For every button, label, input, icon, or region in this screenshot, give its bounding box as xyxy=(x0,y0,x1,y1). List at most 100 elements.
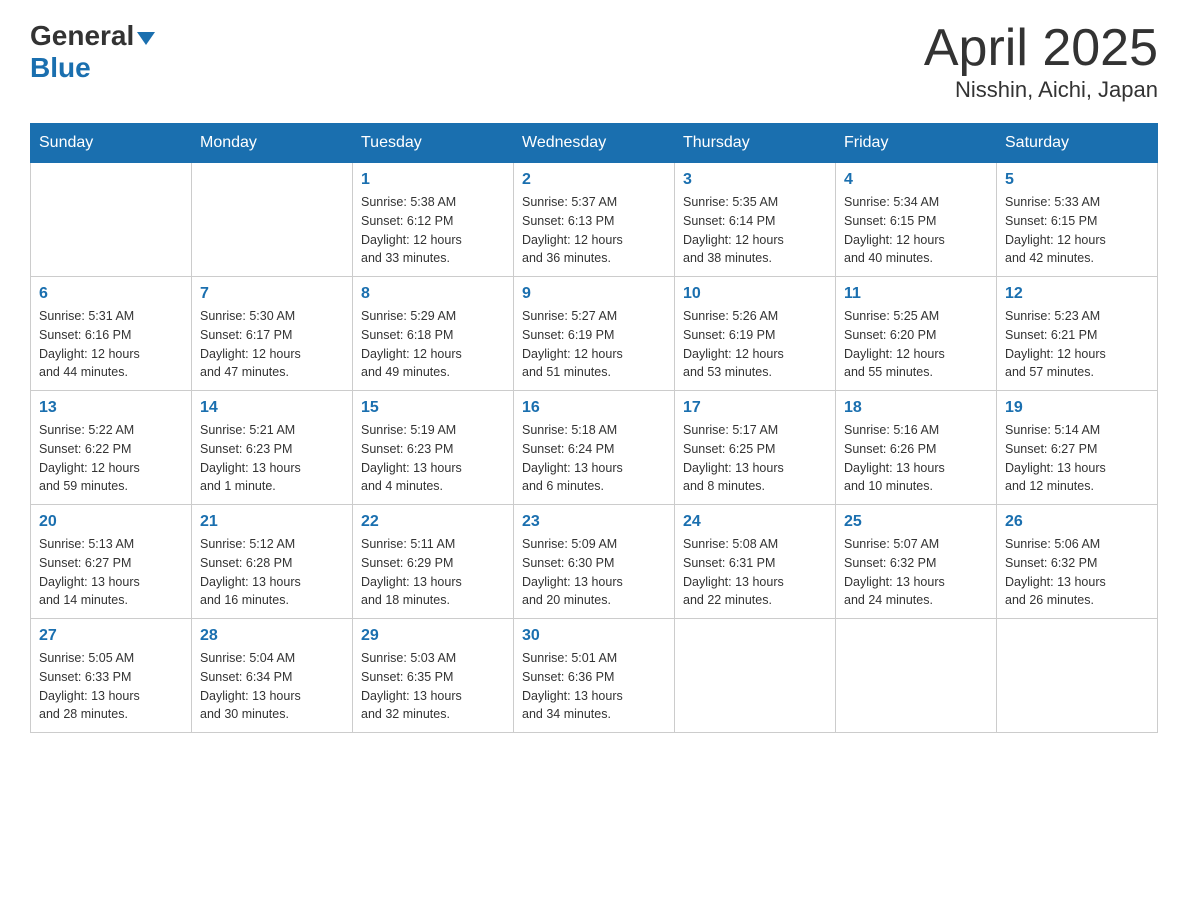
calendar-day-header: Sunday xyxy=(31,124,192,163)
calendar-cell xyxy=(836,619,997,733)
day-number: 13 xyxy=(39,399,183,417)
day-info: Sunrise: 5:08 AM Sunset: 6:31 PM Dayligh… xyxy=(683,535,827,610)
day-info: Sunrise: 5:09 AM Sunset: 6:30 PM Dayligh… xyxy=(522,535,666,610)
day-number: 15 xyxy=(361,399,505,417)
logo-blue-text: Blue xyxy=(30,52,91,83)
calendar-cell: 12 Sunrise: 5:23 AM Sunset: 6:21 PM Dayli… xyxy=(997,277,1158,391)
calendar-cell: 26 Sunrise: 5:06 AM Sunset: 6:32 PM Dayli… xyxy=(997,505,1158,619)
day-number: 29 xyxy=(361,627,505,645)
calendar-cell xyxy=(31,163,192,277)
day-number: 6 xyxy=(39,285,183,303)
day-number: 10 xyxy=(683,285,827,303)
calendar-cell: 2 Sunrise: 5:37 AM Sunset: 6:13 PM Daylig… xyxy=(514,163,675,277)
calendar-cell: 17 Sunrise: 5:17 AM Sunset: 6:25 PM Dayli… xyxy=(675,391,836,505)
day-number: 16 xyxy=(522,399,666,417)
day-number: 25 xyxy=(844,513,988,531)
calendar-cell: 15 Sunrise: 5:19 AM Sunset: 6:23 PM Dayli… xyxy=(353,391,514,505)
calendar-cell: 5 Sunrise: 5:33 AM Sunset: 6:15 PM Daylig… xyxy=(997,163,1158,277)
calendar-week-row: 6Sunrise: 5:31 AM Sunset: 6:16 PM Daylig… xyxy=(31,277,1158,391)
day-number: 26 xyxy=(1005,513,1149,531)
day-number: 20 xyxy=(39,513,183,531)
calendar-cell: 10 Sunrise: 5:26 AM Sunset: 6:19 PM Dayli… xyxy=(675,277,836,391)
day-info: Sunrise: 5:22 AM Sunset: 6:22 PM Dayligh… xyxy=(39,421,183,496)
calendar-title: April 2025 xyxy=(924,20,1158,77)
day-info: Sunrise: 5:04 AM Sunset: 6:34 PM Dayligh… xyxy=(200,649,344,724)
day-info: Sunrise: 5:18 AM Sunset: 6:24 PM Dayligh… xyxy=(522,421,666,496)
calendar-cell: 28 Sunrise: 5:04 AM Sunset: 6:34 PM Dayli… xyxy=(192,619,353,733)
calendar-cell: 29 Sunrise: 5:03 AM Sunset: 6:35 PM Dayli… xyxy=(353,619,514,733)
calendar-day-header: Thursday xyxy=(675,124,836,163)
day-number: 7 xyxy=(200,285,344,303)
calendar-cell: 22 Sunrise: 5:11 AM Sunset: 6:29 PM Dayli… xyxy=(353,505,514,619)
day-info: Sunrise: 5:05 AM Sunset: 6:33 PM Dayligh… xyxy=(39,649,183,724)
day-info: Sunrise: 5:23 AM Sunset: 6:21 PM Dayligh… xyxy=(1005,307,1149,382)
day-info: Sunrise: 5:25 AM Sunset: 6:20 PM Dayligh… xyxy=(844,307,988,382)
calendar-cell: 16 Sunrise: 5:18 AM Sunset: 6:24 PM Dayli… xyxy=(514,391,675,505)
calendar-day-header: Wednesday xyxy=(514,124,675,163)
day-number: 22 xyxy=(361,513,505,531)
calendar-cell: 8 Sunrise: 5:29 AM Sunset: 6:18 PM Daylig… xyxy=(353,277,514,391)
calendar-cell: 24 Sunrise: 5:08 AM Sunset: 6:31 PM Dayli… xyxy=(675,505,836,619)
calendar-cell: 21Sunrise: 5:12 AM Sunset: 6:28 PM Dayli… xyxy=(192,505,353,619)
calendar-cell: 19Sunrise: 5:14 AM Sunset: 6:27 PM Dayli… xyxy=(997,391,1158,505)
calendar-cell: 4 Sunrise: 5:34 AM Sunset: 6:15 PM Daylig… xyxy=(836,163,997,277)
calendar-cell: 14Sunrise: 5:21 AM Sunset: 6:23 PM Dayli… xyxy=(192,391,353,505)
calendar-cell: 1 Sunrise: 5:38 AM Sunset: 6:12 PM Daylig… xyxy=(353,163,514,277)
day-info: Sunrise: 5:30 AM Sunset: 6:17 PM Dayligh… xyxy=(200,307,344,382)
day-number: 11 xyxy=(844,285,988,303)
day-number: 27 xyxy=(39,627,183,645)
day-info: Sunrise: 5:11 AM Sunset: 6:29 PM Dayligh… xyxy=(361,535,505,610)
day-number: 9 xyxy=(522,285,666,303)
calendar-cell xyxy=(997,619,1158,733)
day-number: 1 xyxy=(361,171,505,189)
title-block: April 2025 Nisshin, Aichi, Japan xyxy=(924,20,1158,103)
calendar-cell: 9Sunrise: 5:27 AM Sunset: 6:19 PM Daylig… xyxy=(514,277,675,391)
day-number: 21 xyxy=(200,513,344,531)
day-number: 12 xyxy=(1005,285,1149,303)
day-number: 24 xyxy=(683,513,827,531)
day-info: Sunrise: 5:34 AM Sunset: 6:15 PM Dayligh… xyxy=(844,193,988,268)
calendar-subtitle: Nisshin, Aichi, Japan xyxy=(924,77,1158,103)
calendar-cell: 20Sunrise: 5:13 AM Sunset: 6:27 PM Dayli… xyxy=(31,505,192,619)
day-info: Sunrise: 5:19 AM Sunset: 6:23 PM Dayligh… xyxy=(361,421,505,496)
day-info: Sunrise: 5:38 AM Sunset: 6:12 PM Dayligh… xyxy=(361,193,505,268)
day-number: 8 xyxy=(361,285,505,303)
day-number: 2 xyxy=(522,171,666,189)
day-info: Sunrise: 5:29 AM Sunset: 6:18 PM Dayligh… xyxy=(361,307,505,382)
day-info: Sunrise: 5:37 AM Sunset: 6:13 PM Dayligh… xyxy=(522,193,666,268)
day-info: Sunrise: 5:26 AM Sunset: 6:19 PM Dayligh… xyxy=(683,307,827,382)
calendar-cell: 13 Sunrise: 5:22 AM Sunset: 6:22 PM Dayli… xyxy=(31,391,192,505)
calendar-table: SundayMondayTuesdayWednesdayThursdayFrid… xyxy=(30,123,1158,733)
calendar-cell: 25Sunrise: 5:07 AM Sunset: 6:32 PM Dayli… xyxy=(836,505,997,619)
day-number: 28 xyxy=(200,627,344,645)
logo-arrow-icon xyxy=(137,32,155,45)
day-info: Sunrise: 5:06 AM Sunset: 6:32 PM Dayligh… xyxy=(1005,535,1149,610)
calendar-cell: 7 Sunrise: 5:30 AM Sunset: 6:17 PM Daylig… xyxy=(192,277,353,391)
calendar-week-row: 27 Sunrise: 5:05 AM Sunset: 6:33 PM Dayli… xyxy=(31,619,1158,733)
calendar-cell: 3Sunrise: 5:35 AM Sunset: 6:14 PM Daylig… xyxy=(675,163,836,277)
day-number: 23 xyxy=(522,513,666,531)
day-info: Sunrise: 5:33 AM Sunset: 6:15 PM Dayligh… xyxy=(1005,193,1149,268)
day-info: Sunrise: 5:16 AM Sunset: 6:26 PM Dayligh… xyxy=(844,421,988,496)
calendar-cell: 11 Sunrise: 5:25 AM Sunset: 6:20 PM Dayli… xyxy=(836,277,997,391)
calendar-day-header: Monday xyxy=(192,124,353,163)
day-info: Sunrise: 5:17 AM Sunset: 6:25 PM Dayligh… xyxy=(683,421,827,496)
logo: General Blue xyxy=(30,20,155,84)
day-number: 19 xyxy=(1005,399,1149,417)
calendar-cell: 18 Sunrise: 5:16 AM Sunset: 6:26 PM Dayli… xyxy=(836,391,997,505)
calendar-cell xyxy=(192,163,353,277)
day-number: 4 xyxy=(844,171,988,189)
calendar-week-row: 20Sunrise: 5:13 AM Sunset: 6:27 PM Dayli… xyxy=(31,505,1158,619)
day-number: 18 xyxy=(844,399,988,417)
calendar-cell: 30Sunrise: 5:01 AM Sunset: 6:36 PM Dayli… xyxy=(514,619,675,733)
calendar-day-header: Tuesday xyxy=(353,124,514,163)
day-number: 3 xyxy=(683,171,827,189)
calendar-header-row: SundayMondayTuesdayWednesdayThursdayFrid… xyxy=(31,124,1158,163)
day-info: Sunrise: 5:01 AM Sunset: 6:36 PM Dayligh… xyxy=(522,649,666,724)
day-number: 5 xyxy=(1005,171,1149,189)
day-info: Sunrise: 5:03 AM Sunset: 6:35 PM Dayligh… xyxy=(361,649,505,724)
day-number: 17 xyxy=(683,399,827,417)
calendar-week-row: 13 Sunrise: 5:22 AM Sunset: 6:22 PM Dayli… xyxy=(31,391,1158,505)
day-number: 14 xyxy=(200,399,344,417)
calendar-cell: 23 Sunrise: 5:09 AM Sunset: 6:30 PM Dayli… xyxy=(514,505,675,619)
